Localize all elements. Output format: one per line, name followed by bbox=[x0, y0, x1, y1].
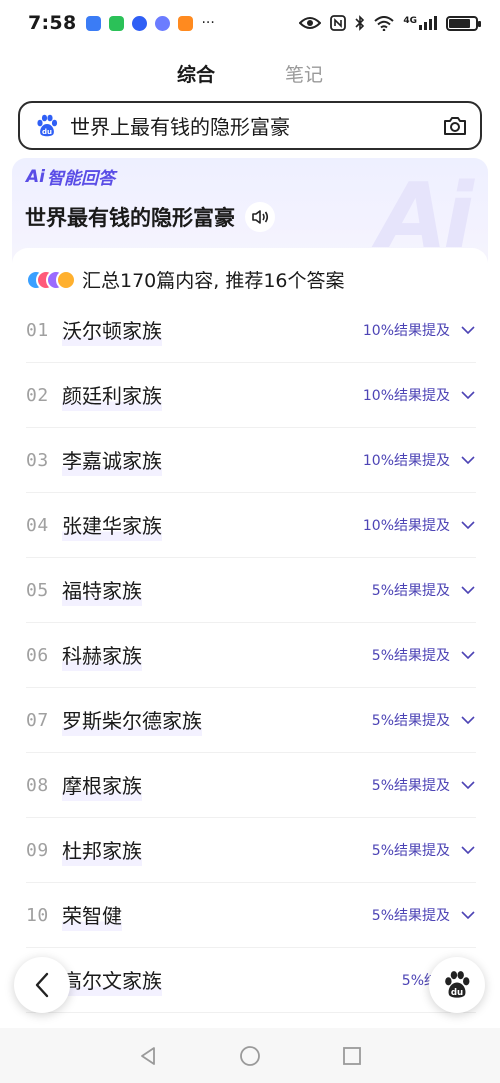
app-notification-icon-2 bbox=[155, 15, 171, 31]
chevron-down-icon[interactable] bbox=[460, 322, 476, 338]
mention-rate: 5%结果提及 bbox=[371, 778, 450, 794]
result-name: 罗斯柴尔德家族 bbox=[62, 704, 202, 736]
result-name: 福特家族 bbox=[62, 574, 142, 606]
nav-back-icon[interactable] bbox=[137, 1045, 159, 1067]
chevron-down-icon[interactable] bbox=[460, 712, 476, 728]
system-nav-bar bbox=[0, 1028, 500, 1083]
rank-number: 08 bbox=[26, 774, 49, 796]
list-item[interactable]: 10 荣智健 5%结果提及 bbox=[26, 883, 476, 948]
eye-icon bbox=[299, 17, 322, 29]
rank-number: 01 bbox=[26, 319, 49, 341]
status-time: 7:58 bbox=[28, 12, 77, 34]
list-item[interactable]: 08 摩根家族 5%结果提及 bbox=[26, 753, 476, 818]
mention-rate: 10%结果提及 bbox=[362, 518, 450, 534]
chevron-down-icon[interactable] bbox=[460, 842, 476, 858]
list-item[interactable]: 04 张建华家族 10%结果提及 bbox=[26, 493, 476, 558]
baidu-paw-icon: du bbox=[37, 114, 58, 136]
chevron-left-icon bbox=[35, 972, 49, 998]
nav-home-icon[interactable] bbox=[239, 1045, 261, 1067]
rank-number: 02 bbox=[26, 384, 49, 406]
search-bar[interactable]: du 世界上最有钱的隐形富豪 bbox=[18, 101, 482, 150]
nfc-icon bbox=[330, 15, 347, 31]
result-name: 摩根家族 bbox=[62, 769, 142, 801]
chevron-down-icon[interactable] bbox=[460, 777, 476, 793]
network-type-label: 4G bbox=[403, 16, 417, 26]
signal-icon: 4G bbox=[403, 16, 437, 30]
speaker-icon bbox=[252, 210, 269, 224]
answer-list-card: 汇总170篇内容, 推荐16个答案 01 沃尔顿家族 10%结果提及 02 颜廷利家族… bbox=[12, 248, 488, 1028]
chevron-down-icon[interactable] bbox=[460, 582, 476, 598]
mention-rate: 5%结果提及 bbox=[371, 648, 450, 664]
speaker-button[interactable] bbox=[245, 202, 275, 232]
rank-number: 07 bbox=[26, 709, 49, 731]
mention-rate: 5%结果提及 bbox=[371, 713, 450, 729]
battery-icon bbox=[446, 15, 481, 31]
chevron-down-icon[interactable] bbox=[460, 452, 476, 468]
tab-comprehensive[interactable]: 综合 bbox=[175, 56, 217, 92]
result-name: 杜邦家族 bbox=[62, 834, 142, 866]
svg-text:du: du bbox=[42, 128, 52, 136]
nav-recents-icon[interactable] bbox=[341, 1045, 363, 1067]
rank-number: 09 bbox=[26, 839, 49, 861]
chevron-down-icon[interactable] bbox=[460, 517, 476, 533]
mention-rate: 5%结果提及 bbox=[371, 843, 450, 859]
search-input[interactable]: 世界上最有钱的隐形富豪 bbox=[70, 111, 442, 140]
rank-number: 06 bbox=[26, 644, 49, 666]
rank-number: 05 bbox=[26, 579, 49, 601]
source-avatars bbox=[26, 268, 76, 292]
result-name: 科赫家族 bbox=[62, 639, 142, 671]
list-item[interactable]: 03 李嘉诚家族 10%结果提及 bbox=[26, 428, 476, 493]
list-item[interactable]: 01 沃尔顿家族 10%结果提及 bbox=[26, 298, 476, 363]
list-item[interactable]: 07 罗斯柴尔德家族 5%结果提及 bbox=[26, 688, 476, 753]
result-name: 李嘉诚家族 bbox=[62, 444, 162, 476]
source-avatar-icon bbox=[56, 269, 76, 290]
ai-answer-title: 世界最有钱的隐形富豪 bbox=[25, 202, 275, 232]
mention-rate: 5%结果提及 bbox=[371, 583, 450, 599]
ai-badge-label: 智能回答 bbox=[46, 169, 115, 189]
baidu-paw-icon: du bbox=[445, 971, 470, 998]
list-item[interactable]: 02 颜廷利家族 10%结果提及 bbox=[26, 363, 476, 428]
notification-icons: ··· bbox=[86, 15, 215, 31]
rank-number: 04 bbox=[26, 514, 49, 536]
wechat-icon bbox=[109, 15, 125, 31]
ai-title-text: 世界最有钱的隐形富豪 bbox=[25, 206, 235, 230]
mention-rate: 10%结果提及 bbox=[362, 388, 450, 404]
result-name: 张建华家族 bbox=[62, 509, 162, 541]
tab-bar: 综合 笔记 bbox=[0, 56, 500, 92]
chevron-down-icon[interactable] bbox=[460, 387, 476, 403]
result-list: 01 沃尔顿家族 10%结果提及 02 颜廷利家族 10%结果提及 03 李嘉诚家族 10%… bbox=[26, 298, 476, 1013]
mention-rate: 5%结果提及 bbox=[371, 908, 450, 924]
result-name: 荣智健 bbox=[62, 899, 122, 931]
video-app-icon bbox=[178, 15, 194, 31]
result-name: 高尔文家族 bbox=[62, 964, 162, 996]
list-item[interactable]: 09 杜邦家族 5%结果提及 bbox=[26, 818, 476, 883]
mention-rate: 10%结果提及 bbox=[362, 323, 450, 339]
list-item[interactable]: 高尔文家族5%结果提 bbox=[26, 948, 476, 1013]
chevron-down-icon[interactable] bbox=[460, 907, 476, 923]
baidu-home-button[interactable]: du bbox=[429, 957, 485, 1013]
camera-icon[interactable] bbox=[442, 114, 468, 138]
rank-number: 10 bbox=[26, 904, 49, 926]
status-bar: 7:58 ··· 4G bbox=[0, 0, 500, 46]
app-notification-icon bbox=[86, 15, 102, 31]
wifi-icon bbox=[374, 15, 395, 31]
svg-text:du: du bbox=[451, 988, 463, 998]
list-item[interactable]: 05 福特家族 5%结果提及 bbox=[26, 558, 476, 623]
status-right: 4G bbox=[299, 15, 481, 31]
baidu-notification-icon bbox=[132, 15, 148, 31]
ai-badge: Ai 智能回答 bbox=[26, 164, 115, 190]
more-notifications-icon: ··· bbox=[201, 15, 215, 31]
summary-line: 汇总170篇内容, 推荐16个答案 bbox=[26, 266, 345, 293]
result-name: 颜廷利家族 bbox=[62, 379, 162, 411]
rank-number: 03 bbox=[26, 449, 49, 471]
list-item[interactable]: 06 科赫家族 5%结果提及 bbox=[26, 623, 476, 688]
tab-notes[interactable]: 笔记 bbox=[283, 56, 325, 92]
back-button[interactable] bbox=[14, 957, 70, 1013]
chevron-down-icon[interactable] bbox=[460, 647, 476, 663]
mention-rate: 10%结果提及 bbox=[362, 453, 450, 469]
summary-text: 汇总170篇内容, 推荐16个答案 bbox=[82, 270, 345, 292]
result-name: 沃尔顿家族 bbox=[62, 314, 162, 346]
ai-badge-prefix: Ai bbox=[26, 166, 45, 187]
bluetooth-icon bbox=[355, 15, 365, 31]
